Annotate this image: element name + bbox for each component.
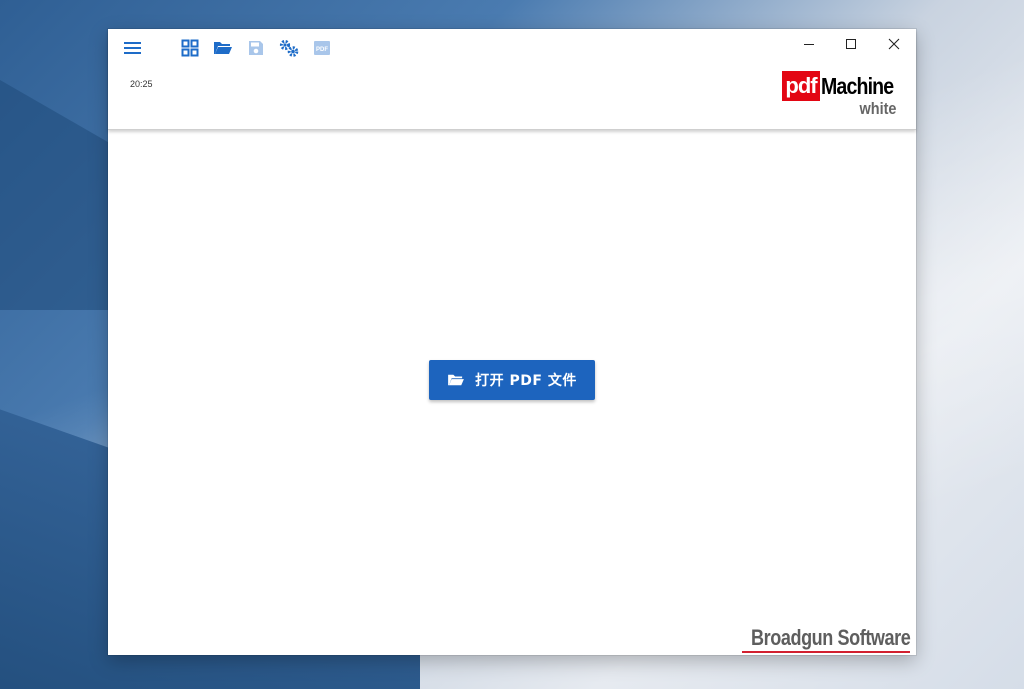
logo-machine-text: Machine: [821, 73, 894, 99]
open-folder-button[interactable]: [210, 37, 236, 59]
minimize-button[interactable]: [789, 33, 829, 55]
clock-time: 20:25: [130, 79, 153, 89]
svg-text:PDF: PDF: [316, 47, 328, 53]
save-button[interactable]: [243, 37, 269, 59]
save-icon: [249, 41, 263, 55]
grid-view-button[interactable]: [177, 37, 203, 59]
broadgun-software-brand: Broadgun Software: [750, 625, 911, 650]
open-pdf-button-label: 打开 PDF 文件: [475, 373, 577, 389]
maximize-icon: [846, 39, 856, 49]
pdf-button[interactable]: PDF: [309, 37, 335, 59]
hamburger-menu-button[interactable]: [120, 37, 146, 59]
settings-button[interactable]: [276, 37, 302, 59]
brand-underline: [742, 651, 910, 653]
logo-edition-text: white: [859, 99, 896, 118]
open-pdf-button[interactable]: 打开 PDF 文件: [429, 360, 595, 400]
grid-view-icon: [181, 39, 199, 57]
logo-pdf-text: pdf: [782, 71, 820, 101]
minimize-icon: [804, 44, 814, 45]
hamburger-menu-icon: [124, 42, 141, 54]
folder-open-icon: [214, 42, 232, 54]
pdf-icon: PDF: [314, 41, 330, 55]
app-window: PDF 20:25 pdf Machine white 打开 PDF 文件 Br…: [108, 29, 916, 655]
folder-open-icon: [448, 374, 465, 386]
pdfmachine-logo: pdf Machine white: [782, 71, 896, 119]
app-header: PDF 20:25 pdf Machine white: [108, 29, 916, 130]
maximize-button[interactable]: [831, 33, 871, 55]
settings-gears-icon: [279, 39, 299, 57]
close-button[interactable]: [874, 33, 914, 55]
close-icon: [888, 38, 900, 50]
